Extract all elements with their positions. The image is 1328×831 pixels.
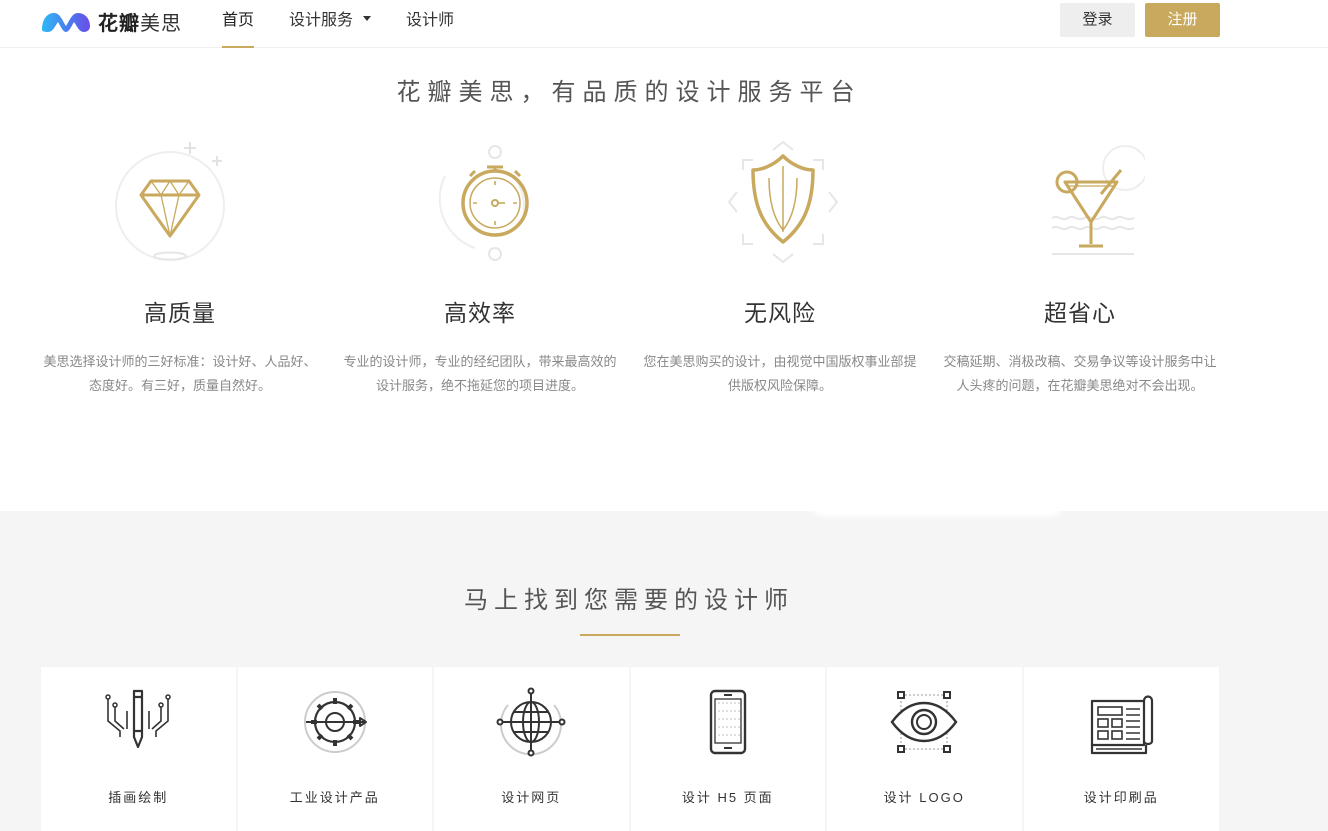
eye-icon (890, 691, 958, 753)
globe-icon (496, 687, 566, 757)
category-label: 设计印刷品 (1083, 790, 1159, 805)
nav-design-services[interactable]: 设计服务 (289, 0, 372, 48)
category-card-industrial[interactable]: 工业设计产品 (237, 667, 432, 831)
login-button[interactable]: 登录 (1060, 3, 1135, 37)
shield-icon (727, 140, 839, 264)
find-designer-title: 马上找到您需要的设计师 (464, 587, 794, 614)
mobile-phone-icon (709, 689, 746, 755)
category-card-h5[interactable]: 设计 H5 页面 (630, 667, 825, 831)
pencil-circuit-icon (105, 689, 171, 749)
feature-title: 高效率 (444, 300, 516, 326)
feature-description: 美思选择设计师的三好标准：设计好、人品好、态度好。有三好，质量自然好。 (43, 354, 317, 393)
cocktail-icon (1051, 145, 1145, 255)
gear-pen-icon (303, 691, 367, 753)
category-label: 设计网页 (501, 790, 562, 805)
feature-description: 您在美思购买的设计，由视觉中国版权事业部提供版权风险保障。 (643, 354, 917, 393)
logo-mark-icon (42, 13, 90, 32)
title-underline (580, 634, 680, 636)
logo-text-bold: 花瓣 (98, 12, 140, 35)
category-card-web[interactable]: 设计网页 (434, 667, 629, 831)
category-grid: 插画绘制 工业设计产品 设计网页 设计 H5 页面 设计 LOGO 设计印刷品 (41, 667, 1219, 831)
main-nav: 首页 设计服务 设计师 (222, 0, 489, 48)
nav-designers[interactable]: 设计师 (406, 0, 454, 48)
feature-no-risk: 无风险 您在美思购买的设计，由视觉中国版权事业部提供版权风险保障。 (635, 130, 925, 398)
category-label: 设计 LOGO (883, 790, 965, 805)
feature-title: 超省心 (1044, 300, 1116, 326)
nav-design-services-label: 设计服务 (289, 12, 354, 29)
platform-slogan: 花瓣美思，有品质的设计服务平台 (396, 79, 862, 106)
feature-worry-free: 超省心 交稿延期、消极改稿、交易争议等设计服务中让人头疼的问题，在花瓣美思绝对不… (935, 130, 1225, 398)
feature-title: 高质量 (144, 300, 216, 326)
feature-title: 无风险 (744, 300, 816, 326)
nav-home[interactable]: 首页 (222, 0, 255, 48)
diamond-icon (115, 142, 225, 261)
category-label: 工业设计产品 (289, 790, 380, 805)
site-logo[interactable]: 花瓣美思 (40, 6, 182, 36)
category-label: 插画绘制 (108, 790, 169, 805)
top-navbar: 花瓣美思 首页 设计服务 设计师 登录 注册 (0, 0, 1328, 48)
category-card-logo[interactable]: 设计 LOGO (827, 667, 1022, 831)
logo-text-light: 美思 (140, 12, 182, 35)
feature-efficiency: 高效率 专业的设计师，专业的经纪团队，带来最高效的设计服务，绝不拖延您的项目进度… (335, 130, 625, 398)
section-divider-glow (808, 499, 1066, 517)
feature-description: 交稿延期、消极改稿、交易争议等设计服务中让人头疼的问题，在花瓣美思绝对不会出现。 (943, 354, 1217, 393)
feature-description: 专业的设计师，专业的经纪团队，带来最高效的设计服务，绝不拖延您的项目进度。 (343, 354, 617, 393)
feature-quality: 高质量 美思选择设计师的三好标准：设计好、人品好、态度好。有三好，质量自然好。 (35, 130, 325, 398)
category-label: 设计 H5 页面 (681, 790, 774, 805)
register-button[interactable]: 注册 (1145, 3, 1220, 37)
dropdown-caret-icon (363, 16, 372, 22)
stopwatch-icon (438, 145, 529, 261)
printed-matter-icon (1091, 695, 1154, 755)
category-card-illustration[interactable]: 插画绘制 (41, 667, 236, 831)
category-card-print[interactable]: 设计印刷品 (1023, 667, 1219, 831)
